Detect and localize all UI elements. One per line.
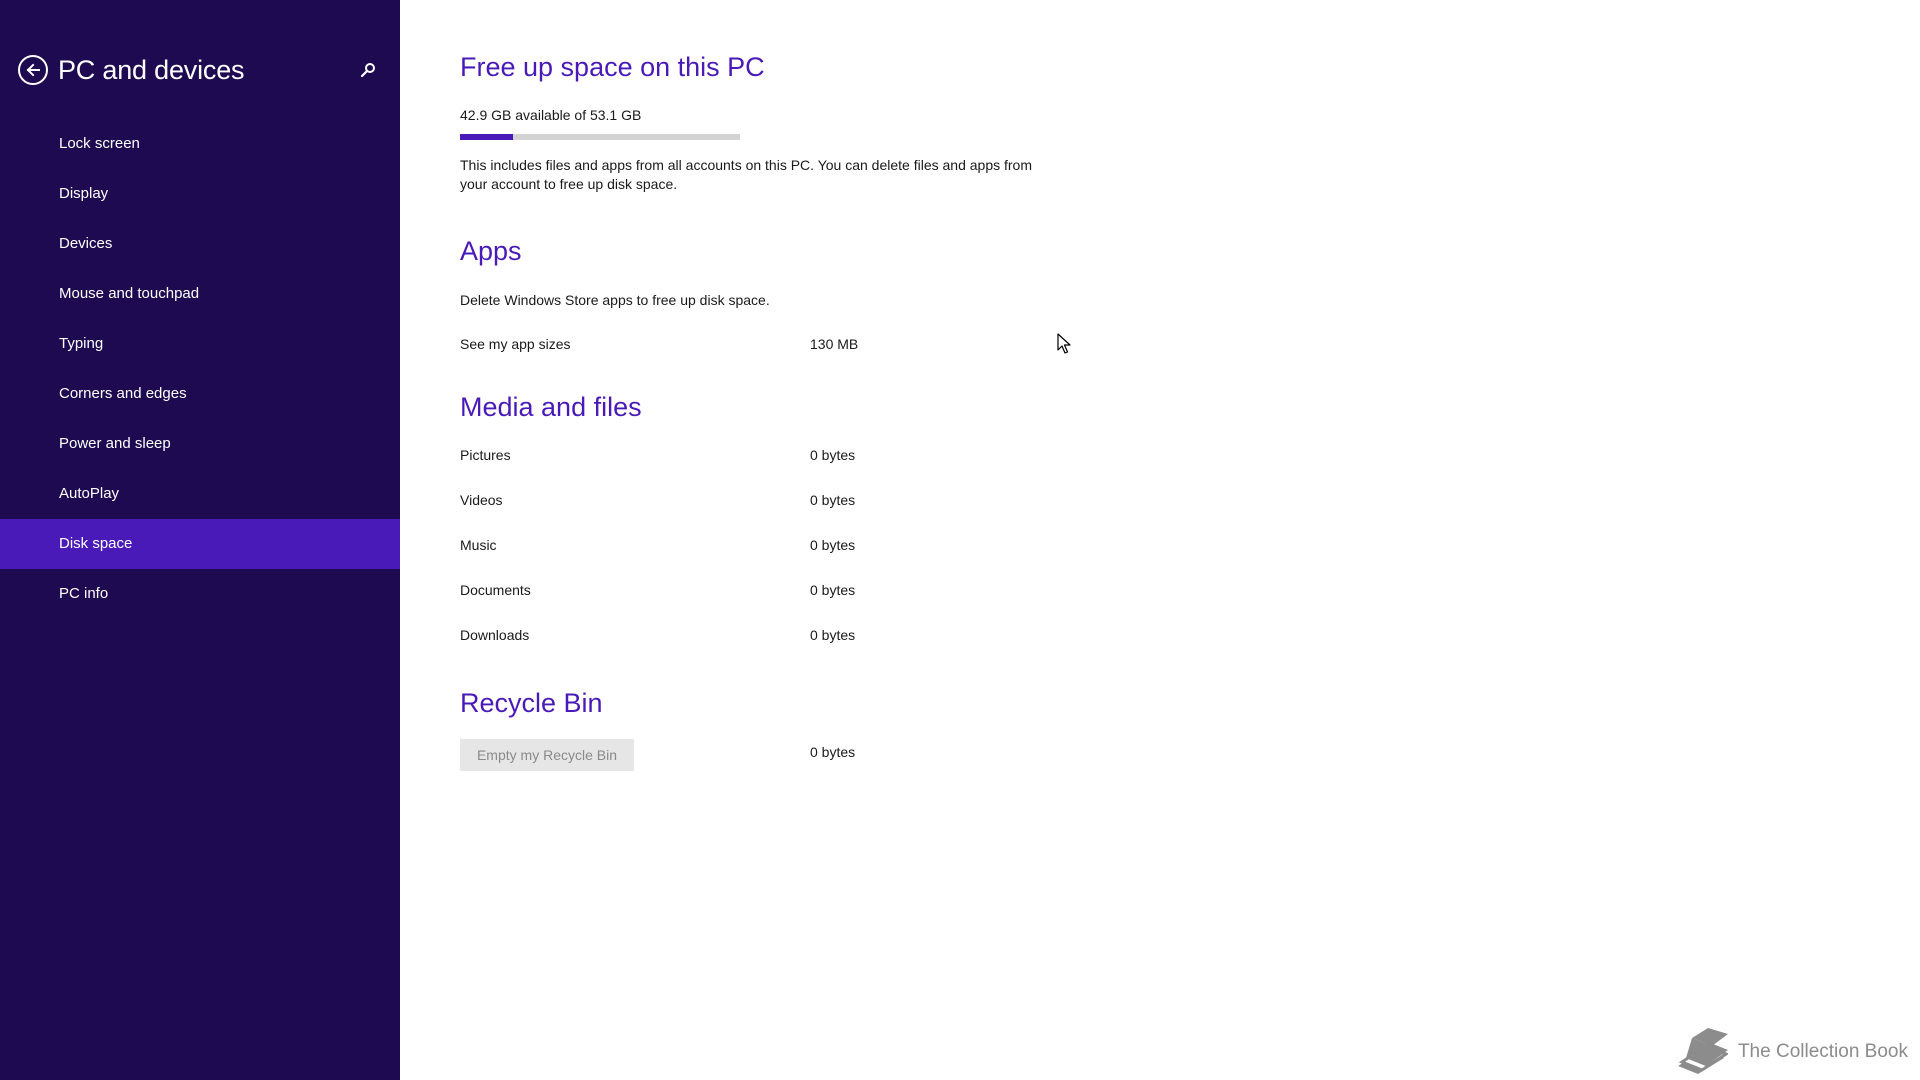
sidebar-item-devices[interactable]: Devices: [0, 219, 400, 269]
book-icon: [1677, 1028, 1728, 1074]
row-label: Music: [460, 537, 497, 553]
sidebar-item-mouse-and-touchpad[interactable]: Mouse and touchpad: [0, 269, 400, 319]
list-item-music: Music 0 bytes: [460, 537, 880, 559]
sidebar-item-typing[interactable]: Typing: [0, 319, 400, 369]
apps-size: 130 MB: [810, 336, 859, 352]
row-value: 0 bytes: [810, 582, 856, 598]
sidebar-nav: Lock screen Display Devices Mouse and to…: [0, 119, 400, 619]
row-value: 0 bytes: [810, 492, 856, 508]
row-value: 0 bytes: [810, 627, 856, 643]
list-item-downloads: Downloads 0 bytes: [460, 627, 880, 649]
storage-summary: 42.9 GB available of 53.1 GB: [460, 107, 642, 123]
recycle-bin-size: 0 bytes: [810, 744, 856, 760]
row-label: Downloads: [460, 627, 530, 643]
free-space-heading: Free up space on this PC: [460, 52, 765, 82]
watermark: The Collection Book: [1672, 1028, 1908, 1076]
main-content: Free up space on this PC 42.9 GB availab…: [460, 0, 1860, 1080]
sidebar-item-lock-screen[interactable]: Lock screen: [0, 119, 400, 169]
apps-description: Delete Windows Store apps to free up dis…: [460, 292, 770, 308]
row-value: 0 bytes: [810, 537, 856, 553]
sidebar-item-corners-and-edges[interactable]: Corners and edges: [0, 369, 400, 419]
sidebar-item-power-and-sleep[interactable]: Power and sleep: [0, 419, 400, 469]
recycle-bin-row: 0 bytes: [460, 744, 880, 766]
list-item-documents: Documents 0 bytes: [460, 582, 880, 604]
storage-bar-fill: [460, 134, 514, 140]
row-label: Documents: [460, 582, 531, 598]
mouse-pointer-icon: [1057, 333, 1071, 354]
see-app-sizes-link[interactable]: See my app sizes: [460, 336, 571, 352]
sidebar-header: PC and devices: [18, 52, 380, 88]
settings-app: PC and devices Lock screen Display Devic…: [0, 0, 1920, 1080]
search-button[interactable]: [356, 58, 380, 82]
sidebar: PC and devices Lock screen Display Devic…: [0, 0, 400, 1080]
row-label: Pictures: [460, 447, 511, 463]
row-label: Videos: [460, 492, 503, 508]
apps-heading: Apps: [460, 236, 522, 266]
sidebar-item-disk-space[interactable]: Disk space: [0, 519, 400, 569]
row-value: 0 bytes: [810, 447, 856, 463]
list-item-pictures: Pictures 0 bytes: [460, 447, 880, 469]
storage-bar: [460, 134, 740, 140]
sidebar-item-pc-info[interactable]: PC info: [0, 569, 400, 619]
sidebar-item-display[interactable]: Display: [0, 169, 400, 219]
watermark-text: The Collection Book: [1737, 1041, 1908, 1062]
sidebar-item-autoplay[interactable]: AutoPlay: [0, 469, 400, 519]
media-heading: Media and files: [460, 392, 642, 422]
apps-row: See my app sizes 130 MB: [460, 336, 880, 358]
search-icon: [360, 63, 375, 78]
recycle-bin-heading: Recycle Bin: [460, 688, 603, 718]
free-space-description: This includes files and apps from all ac…: [460, 157, 1032, 192]
list-item-videos: Videos 0 bytes: [460, 492, 880, 514]
back-button[interactable]: [18, 55, 48, 85]
sidebar-title: PC and devices: [58, 54, 245, 85]
back-arrow-icon: [26, 63, 40, 77]
